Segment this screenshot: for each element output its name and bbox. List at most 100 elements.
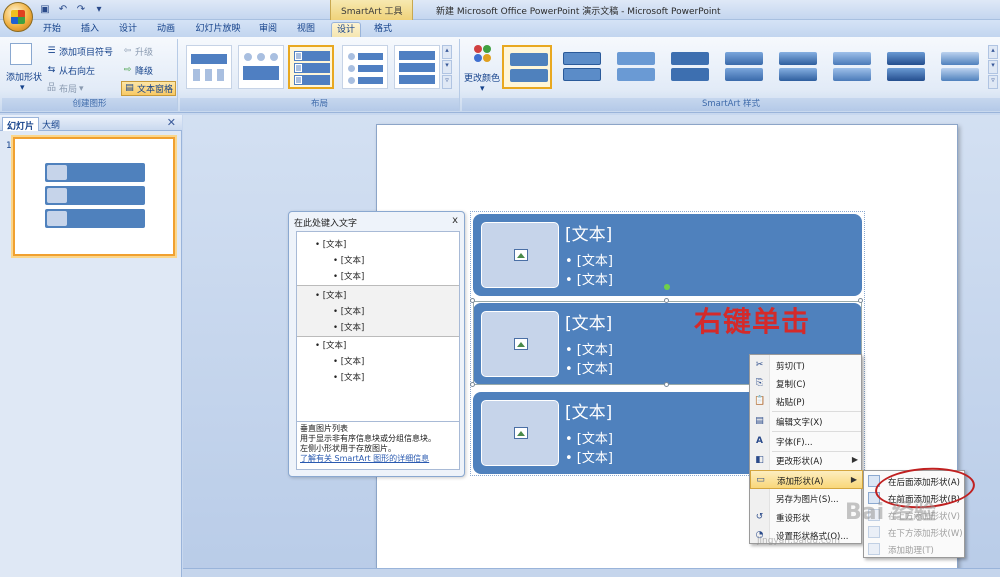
style-option-8[interactable] [880, 45, 930, 89]
style-option-4[interactable] [664, 45, 714, 89]
list-item[interactable]: [文本] [341, 256, 365, 266]
styles-more-icon[interactable]: ▿ [988, 75, 998, 89]
promote-icon: ⇦ [123, 46, 132, 56]
styles-scroll-up-icon[interactable]: ▴ [988, 45, 998, 59]
tab-animation[interactable]: 动画 [150, 22, 182, 37]
tab-design[interactable]: 设计 [112, 22, 144, 37]
qat-dropdown-icon[interactable]: ▾ [92, 3, 106, 16]
close-icon[interactable]: ✕ [167, 116, 176, 129]
smartart-bullet[interactable]: • [文本] [565, 428, 613, 447]
submenu-item-label: 在下方添加形状(W) [888, 529, 963, 539]
list-item[interactable]: [文本] [341, 357, 365, 367]
save-icon[interactable]: ▣ [38, 3, 52, 16]
text-pane-button[interactable]: ▤ 文本窗格 [121, 81, 177, 96]
layout-option-5[interactable] [394, 45, 440, 89]
list-item[interactable]: [文本] [323, 240, 347, 250]
style-option-9[interactable] [934, 45, 984, 89]
add-shape-button[interactable]: 添加形状 [6, 70, 42, 83]
smartart-text-pane: 在此处键入文字 x • [文本] • [文本] • [文本] • [文本] • … [288, 211, 465, 477]
style-option-7[interactable] [826, 45, 876, 89]
layout-option-2[interactable] [238, 45, 284, 89]
style-option-5[interactable] [718, 45, 768, 89]
picture-placeholder[interactable] [481, 400, 559, 466]
style-option-1[interactable] [502, 45, 552, 89]
menu-item-change-shape[interactable]: ◧ 更改形状(A) ▶ [750, 451, 863, 470]
office-logo-icon [11, 10, 25, 24]
promote-button[interactable]: ⇦ 升级 [122, 45, 153, 58]
smartart-bullet[interactable]: • [文本] [565, 269, 613, 288]
style-option-6[interactable] [772, 45, 822, 89]
change-colors-dropdown-icon[interactable]: ▾ [480, 84, 485, 94]
copy-icon: ⎘ [755, 378, 764, 388]
redo-icon[interactable]: ↷ [74, 3, 88, 16]
demote-button[interactable]: ⇨ 降级 [122, 64, 153, 77]
styles-scroll-down-icon[interactable]: ▾ [988, 60, 998, 74]
menu-item-copy[interactable]: ⎘ 复制(C) [750, 374, 863, 393]
style-option-2[interactable] [556, 45, 606, 89]
list-item[interactable]: [文本] [323, 291, 347, 301]
style-option-3[interactable] [610, 45, 660, 89]
ribbon-tabs: 开始 插入 设计 动画 幻灯片放映 审阅 视图 设计 格式 [0, 20, 1000, 37]
smartart-bullet[interactable]: • [文本] [565, 250, 613, 269]
tab-outline[interactable]: 大纲 [38, 117, 64, 131]
text-pane-list[interactable]: • [文本] • [文本] • [文本] • [文本] • [文本] • [文本… [296, 231, 460, 431]
office-button[interactable] [3, 2, 33, 32]
layout-icon: 品 [46, 83, 56, 93]
menu-item-edit-text[interactable]: ▤ 编辑文字(X) [750, 412, 863, 431]
resize-handle[interactable] [664, 298, 669, 303]
tab-format[interactable]: 格式 [368, 22, 398, 37]
menu-item-paste[interactable]: 📋 粘贴(P) [750, 392, 863, 411]
picture-placeholder[interactable] [481, 222, 559, 288]
tab-view[interactable]: 视图 [290, 22, 322, 37]
add-bullet-button[interactable]: ☰ 添加项目符号 [46, 45, 113, 58]
list-item[interactable]: [文本] [341, 323, 365, 333]
tab-home[interactable]: 开始 [36, 22, 68, 37]
list-item[interactable]: [文本] [323, 341, 347, 351]
right-to-left-button[interactable]: ⇆ 从右向左 [46, 64, 95, 77]
menu-item-font[interactable]: A 字体(F)... [750, 432, 863, 451]
menu-item-label: 重设形状 [776, 514, 811, 524]
layout-description: 垂直图片列表 用于显示非有序信息块或分组信息块。 左侧小形状用于存放图片。 了解… [296, 421, 460, 470]
text-pane-item-3[interactable]: • [文本] • [文本] • [文本] [297, 336, 459, 388]
list-item[interactable]: [文本] [341, 373, 365, 383]
slide-thumbnail-1[interactable] [13, 137, 175, 256]
layout-option-4[interactable] [342, 45, 388, 89]
layout-option-1[interactable] [186, 45, 232, 89]
resize-handle[interactable] [470, 382, 475, 387]
tab-smartart-design[interactable]: 设计 [331, 22, 361, 37]
smartart-row-title[interactable]: [文本] [565, 220, 612, 245]
gallery-scroll-down-icon[interactable]: ▾ [442, 60, 452, 74]
submenu-add-assistant[interactable]: 添加助理(T) [864, 540, 966, 558]
undo-icon[interactable]: ↶ [56, 3, 70, 16]
resize-handle[interactable] [664, 382, 669, 387]
smartart-bullet[interactable]: • [文本] [565, 447, 613, 466]
list-item[interactable]: [文本] [341, 307, 365, 317]
tab-insert[interactable]: 插入 [74, 22, 106, 37]
tab-review[interactable]: 审阅 [252, 22, 284, 37]
layout-option-vertical-picture-list[interactable] [288, 45, 334, 89]
list-item[interactable]: [文本] [341, 272, 365, 282]
edit-text-icon: ▤ [755, 416, 764, 426]
layout-button[interactable]: 品布局 ▾ [46, 82, 84, 95]
change-colors-button[interactable]: 更改颜色 [464, 71, 500, 84]
tab-slides[interactable]: 幻灯片 [2, 117, 40, 132]
text-pane-item-2[interactable]: • [文本] • [文本] • [文本] [297, 285, 459, 337]
add-shape-label: 添加形状 [6, 73, 43, 83]
rotation-handle[interactable] [664, 284, 670, 290]
gallery-scroll-up-icon[interactable]: ▴ [442, 45, 452, 59]
add-shape-dropdown-icon[interactable]: ▾ [20, 83, 25, 93]
group-smartart-styles: 更改颜色 ▾ ▴ ▾ ▿ SmartArt 样式 [462, 39, 1000, 111]
gallery-more-icon[interactable]: ▿ [442, 75, 452, 89]
smartart-row-title[interactable]: [文本] [565, 398, 612, 423]
scissors-icon: ✂ [755, 360, 764, 370]
menu-item-add-shape[interactable]: ▭ 添加形状(A) ▶ [750, 470, 863, 489]
learn-more-link[interactable]: 了解有关 SmartArt 图形的详细信息 [300, 454, 429, 463]
tab-slideshow[interactable]: 幻灯片放映 [190, 22, 246, 37]
menu-item-cut[interactable]: ✂ 剪切(T) [750, 356, 863, 375]
resize-handle[interactable] [470, 298, 475, 303]
resize-handle[interactable] [858, 298, 863, 303]
text-pane-close-icon[interactable]: x [452, 215, 458, 226]
font-icon: A [756, 436, 763, 446]
menu-item-label: 另存为图片(S)... [776, 495, 839, 505]
text-pane-item-1[interactable]: • [文本] • [文本] • [文本] [297, 234, 459, 286]
